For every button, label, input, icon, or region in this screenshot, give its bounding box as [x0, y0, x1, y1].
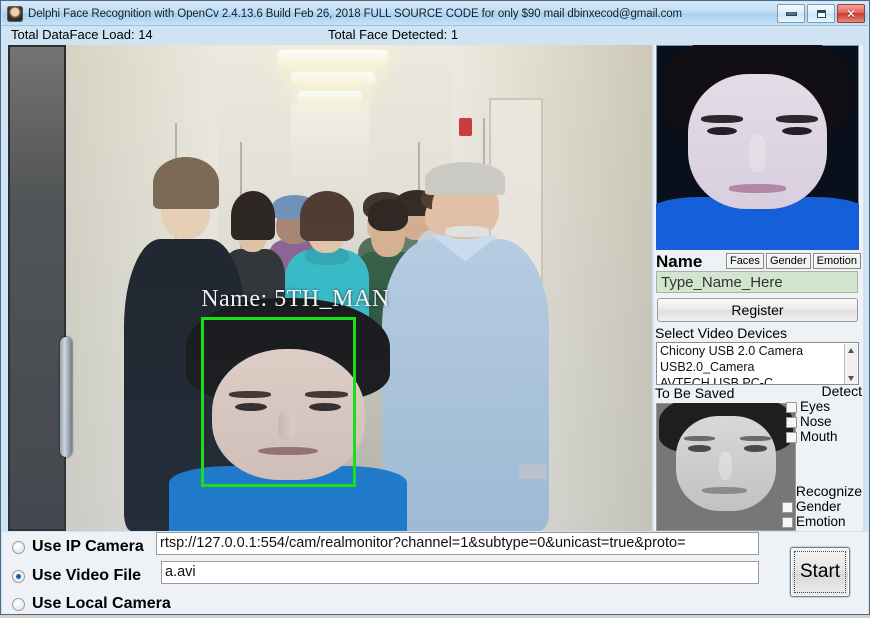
- total-dataface-load: Total DataFace Load: 14: [11, 27, 153, 42]
- radio-ip-label: Use IP Camera: [32, 538, 144, 555]
- mode-toggle-group: Faces Gender Emotion: [725, 253, 861, 269]
- saved-eye-left: [688, 445, 711, 452]
- checkbox-row-emotion[interactable]: Emotion: [782, 515, 862, 529]
- to-be-saved-label: To Be Saved: [655, 385, 735, 401]
- start-focus-outline: [794, 551, 846, 593]
- recognize-group: Recognize Gender Emotion: [782, 483, 862, 529]
- checkbox-gender[interactable]: [782, 501, 793, 513]
- emotion-toggle-button[interactable]: Emotion: [812, 253, 861, 269]
- list-item[interactable]: USB2.0_Camera: [657, 359, 858, 375]
- checkbox-emotion[interactable]: [782, 516, 793, 528]
- checkbox-row-gender[interactable]: Gender: [782, 500, 862, 514]
- face-overlay-label: Name: 5TH_MAN: [201, 285, 390, 312]
- total-face-detected: Total Face Detected: 1: [328, 27, 459, 42]
- checkbox-row-eyes[interactable]: Eyes: [786, 400, 862, 414]
- ceiling-light-3: [297, 91, 363, 102]
- window-controls: ✕: [777, 4, 865, 23]
- register-button[interactable]: Register: [657, 298, 858, 322]
- person-mustache: [445, 226, 489, 238]
- video-devices-listbox[interactable]: Chicony USB 2.0 Camera USB2.0_Camera AVT…: [656, 342, 859, 385]
- detected-face-preview: [656, 45, 859, 250]
- preview-eyebrow-left: [700, 114, 744, 123]
- person-hair: [299, 190, 354, 241]
- application-window: Delphi Face Recognition with OpenCv 2.4.…: [0, 0, 870, 615]
- recognize-group-title: Recognize: [795, 483, 862, 499]
- close-button[interactable]: ✕: [837, 4, 865, 23]
- preview-nose: [749, 135, 766, 173]
- chevron-down-icon[interactable]: [848, 376, 854, 381]
- saved-nose: [719, 451, 732, 480]
- face-avatar-icon: [7, 5, 23, 22]
- video-preview-panel[interactable]: Name: 5TH_MAN: [8, 45, 652, 531]
- name-row: Name Faces Gender Emotion: [656, 252, 861, 271]
- checkbox-mouth[interactable]: [786, 431, 797, 443]
- checkbox-row-mouth[interactable]: Mouth: [786, 430, 862, 444]
- select-video-devices-label: Select Video Devices: [655, 325, 788, 341]
- status-bar: Total DataFace Load: 14 Total Face Detec…: [3, 27, 867, 44]
- saved-eye-right: [744, 445, 767, 452]
- ip-camera-url-input[interactable]: rtsp://127.0.0.1:554/cam/realmonitor?cha…: [156, 532, 759, 555]
- minimize-icon: [785, 11, 797, 16]
- name-label: Name: [656, 252, 703, 271]
- checkbox-nose[interactable]: [786, 416, 797, 428]
- right-side-panel: Name Faces Gender Emotion Type_Name_Here…: [654, 45, 863, 531]
- window-title: Delphi Face Recognition with OpenCv 2.4.…: [28, 7, 682, 20]
- gender-toggle-button[interactable]: Gender: [765, 253, 811, 269]
- radio-ip-icon[interactable]: [12, 540, 25, 554]
- checkbox-eyes[interactable]: [786, 401, 797, 413]
- video-scene: Name: 5TH_MAN: [8, 45, 652, 531]
- title-bar: Delphi Face Recognition with OpenCv 2.4.…: [2, 2, 868, 26]
- start-button[interactable]: Start: [790, 547, 850, 597]
- checkbox-mouth-label: Mouth: [800, 429, 838, 444]
- radio-local-icon[interactable]: [12, 597, 25, 611]
- preview-eyebrow-right: [775, 114, 819, 123]
- person-watch: [518, 464, 546, 480]
- person-hair: [425, 161, 506, 195]
- radio-use-local-camera[interactable]: Use Local Camera: [12, 590, 171, 618]
- radio-file-label: Use Video File: [32, 567, 142, 584]
- checkbox-row-nose[interactable]: Nose: [786, 415, 862, 429]
- door-left: [8, 45, 72, 531]
- radio-use-ip-camera[interactable]: Use IP Camera: [12, 533, 144, 561]
- faces-toggle-button[interactable]: Faces: [725, 253, 764, 269]
- checkbox-eyes-label: Eyes: [800, 399, 831, 414]
- list-item[interactable]: Chicony USB 2.0 Camera: [657, 343, 858, 359]
- chevron-up-icon[interactable]: [848, 348, 854, 353]
- listbox-scrollbar[interactable]: [844, 344, 857, 384]
- checkbox-gender-label: Gender: [796, 499, 842, 514]
- preview-mouth: [729, 184, 786, 193]
- door-handle-left-icon: [60, 336, 72, 457]
- radio-local-label: Use Local Camera: [32, 595, 171, 612]
- maximize-button[interactable]: [807, 4, 835, 23]
- to-be-saved-thumbnail: [656, 403, 796, 531]
- close-icon: ✕: [845, 6, 857, 21]
- ceiling-light-1: [278, 49, 388, 66]
- checkbox-emotion-label: Emotion: [796, 514, 846, 529]
- radio-file-icon[interactable]: [12, 569, 25, 583]
- detect-group-title: Detect: [821, 383, 862, 399]
- person-blue-shirt: [381, 161, 549, 531]
- name-input[interactable]: Type_Name_Here: [656, 271, 858, 293]
- radio-use-video-file[interactable]: Use Video File: [12, 562, 141, 590]
- ceiling-light-2: [291, 71, 376, 85]
- fire-alarm-icon: [458, 117, 472, 136]
- video-file-path-input[interactable]: a.avi: [161, 561, 759, 584]
- maximize-icon: [816, 9, 826, 18]
- minimize-button[interactable]: [777, 4, 805, 23]
- saved-mouth: [702, 487, 747, 494]
- face-detection-box: [201, 317, 356, 488]
- detect-group: Detect Eyes Nose Mouth: [786, 383, 862, 444]
- person-hair: [153, 156, 220, 210]
- checkbox-nose-label: Nose: [800, 414, 832, 429]
